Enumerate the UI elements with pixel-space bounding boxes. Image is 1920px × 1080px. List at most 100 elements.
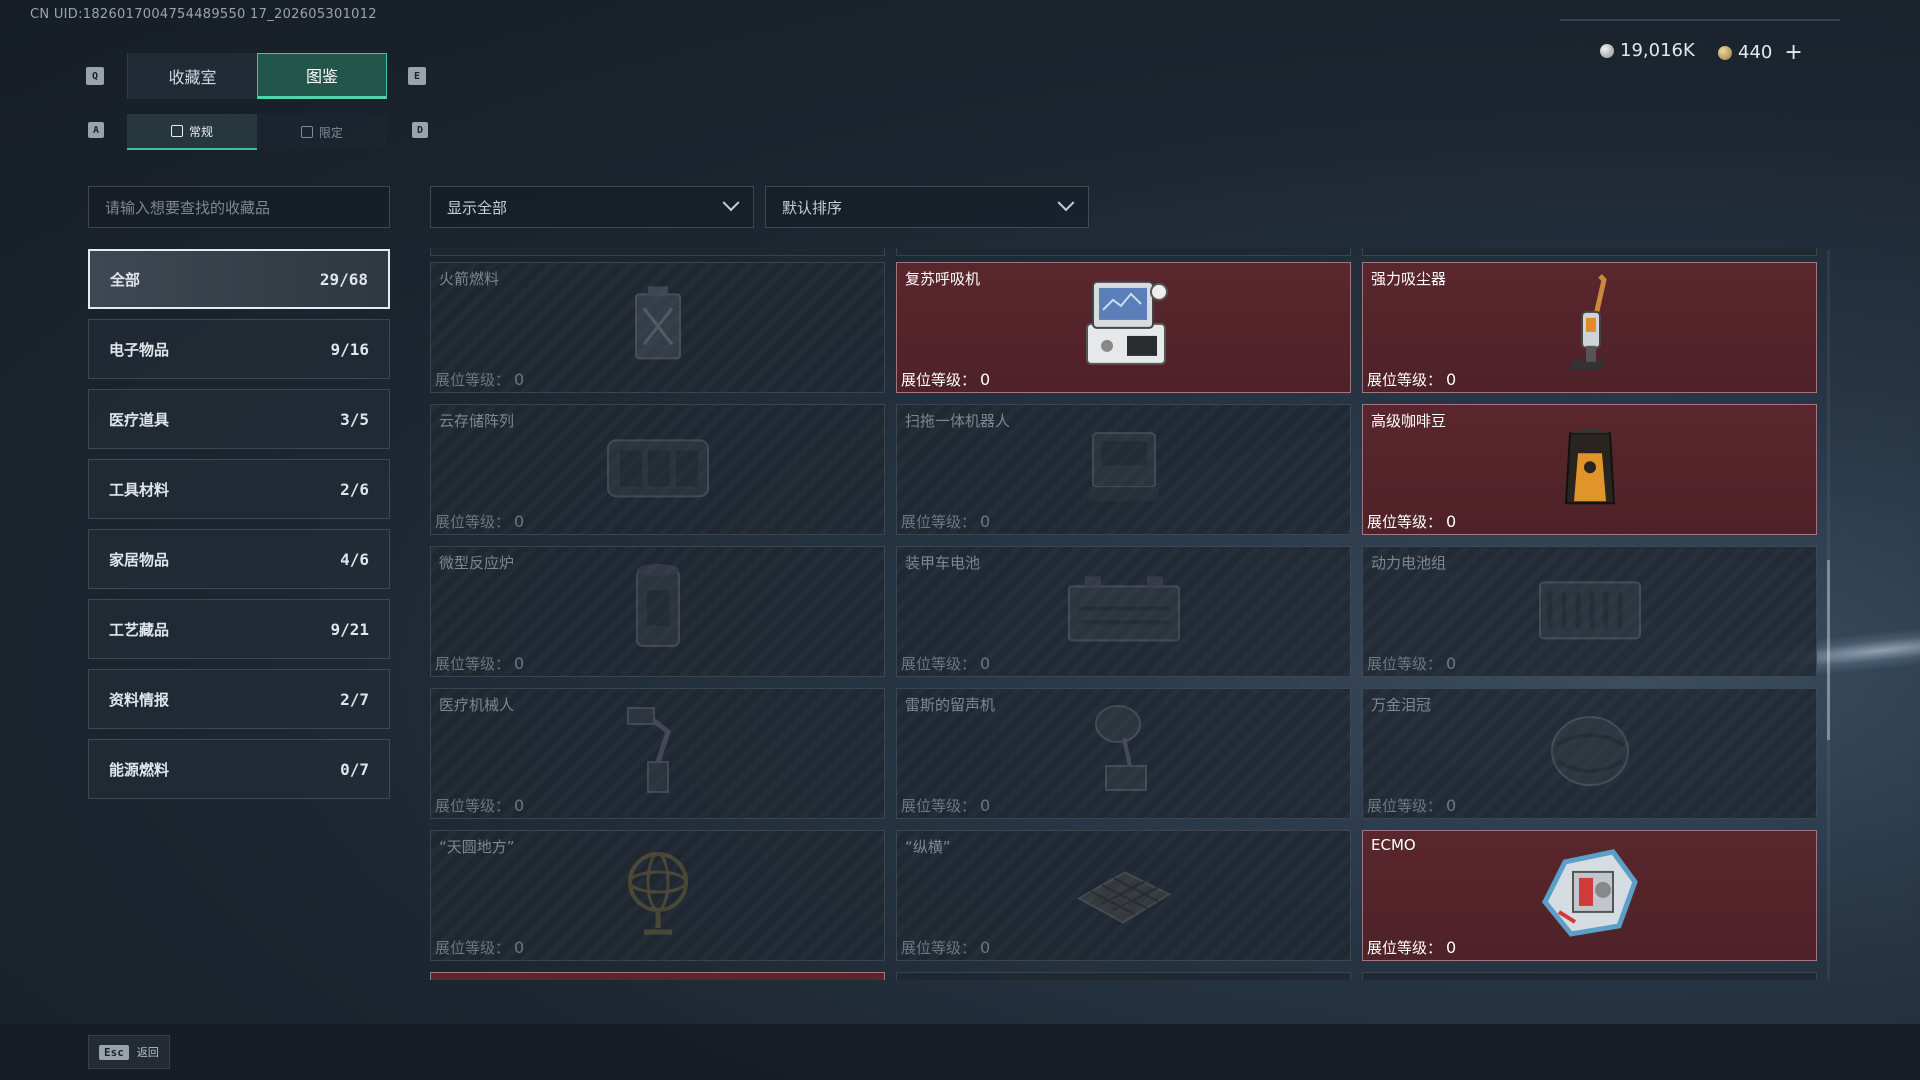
add-currency-button[interactable]: + <box>1784 40 1802 65</box>
show-filter-value: 显示全部 <box>447 198 508 217</box>
item-name: 动力电池组 <box>1371 554 1447 572</box>
item-card[interactable]: ECMO 展位等级： 0 <box>1362 830 1817 961</box>
reactor-icon <box>623 560 693 660</box>
armillary-icon <box>618 844 698 944</box>
category-household[interactable]: 家居物品 4/6 <box>88 529 390 589</box>
silver-amount: 19,016K <box>1620 40 1695 61</box>
category-count: 9/16 <box>330 339 369 359</box>
category-label: 工具材料 <box>109 480 170 499</box>
category-medical[interactable]: 医疗道具 3/5 <box>88 389 390 449</box>
row-below-peek <box>430 972 1817 980</box>
item-card[interactable]: “纵横” 展位等级： 0 <box>896 830 1351 961</box>
item-name: 扫拖一体机器人 <box>905 412 1011 430</box>
item-name: 复苏呼吸机 <box>905 270 981 288</box>
level-label: 展位等级： <box>435 797 511 815</box>
category-count: 3/5 <box>340 409 369 429</box>
item-level: 展位等级： 0 <box>435 511 524 532</box>
item-card[interactable]: 扫拖一体机器人 展位等级： 0 <box>896 404 1351 535</box>
item-card[interactable]: 装甲车电池 展位等级： 0 <box>896 546 1351 677</box>
subtab-limited-label: 限定 <box>318 125 343 140</box>
tab-collection-room[interactable]: 收藏室 <box>127 53 257 99</box>
row-above-peek <box>430 248 885 256</box>
level-value: 0 <box>1446 370 1457 389</box>
coffee-bag-icon <box>1560 423 1620 513</box>
item-card[interactable]: 医疗机械人展位等级： 0 <box>430 688 885 819</box>
category-intel[interactable]: 资料情报 2/7 <box>88 669 390 729</box>
grid-scrollbar[interactable] <box>1827 250 1830 980</box>
chevron-down-icon <box>722 194 740 212</box>
item-card[interactable]: 动力电池组展位等级： 0 <box>1362 546 1817 677</box>
item-card-partial[interactable] <box>896 972 1351 980</box>
level-label: 展位等级： <box>901 797 977 815</box>
item-card-partial[interactable] <box>1362 972 1817 980</box>
item-name: 云存储阵列 <box>439 412 515 430</box>
item-card[interactable]: 高级咖啡豆 展位等级： 0 <box>1362 404 1817 535</box>
item-level: 展位等级： 0 <box>435 653 524 674</box>
limited-icon <box>300 126 313 138</box>
item-name: “天圆地方” <box>439 838 515 856</box>
item-name: ECMO <box>1371 836 1416 854</box>
level-label: 展位等级： <box>1367 655 1443 673</box>
item-name: 医疗机械人 <box>439 696 515 714</box>
category-count: 4/6 <box>340 549 369 569</box>
level-label: 展位等级： <box>1367 797 1443 815</box>
subtab-limited[interactable]: 限定 <box>257 114 387 150</box>
level-value: 0 <box>980 370 991 389</box>
level-value: 0 <box>514 370 525 389</box>
level-label: 展位等级： <box>901 513 977 531</box>
item-card[interactable]: 强力吸尘器 展位等级： 0 <box>1362 262 1817 393</box>
item-level: 展位等级： 0 <box>901 369 990 390</box>
item-level: 展位等级： 0 <box>901 937 990 958</box>
item-level: 展位等级： 0 <box>1367 937 1456 958</box>
category-list: 全部 29/68 电子物品 9/16 医疗道具 3/5 工具材料 2/6 家居物… <box>88 249 390 809</box>
item-card[interactable]: 雷斯的留声机 展位等级： 0 <box>896 688 1351 819</box>
item-card[interactable]: 火箭燃料 展位等级： 0 <box>430 262 885 393</box>
search-input[interactable]: 请输入想要查找的收藏品 <box>88 186 390 228</box>
item-card[interactable]: 复苏呼吸机展位等级： 0 <box>896 262 1351 393</box>
esc-key-icon: Esc <box>99 1044 129 1060</box>
level-value: 0 <box>1446 654 1457 673</box>
item-level: 展位等级： 0 <box>435 937 524 958</box>
item-level: 展位等级： 0 <box>901 653 990 674</box>
category-label: 全部 <box>110 270 141 289</box>
footer-bar <box>0 1024 1920 1080</box>
back-button[interactable]: Esc 返回 <box>88 1035 170 1069</box>
main-tabs: 收藏室 图鉴 <box>127 53 387 99</box>
item-level: 展位等级： 0 <box>1367 511 1456 532</box>
level-value: 0 <box>514 938 525 957</box>
item-grid-viewport: 火箭燃料 展位等级： 0 复苏呼吸机 展位等级： 0 强力吸尘器 展位等级： 0 云存储阵列 展位等… <box>430 248 1818 980</box>
category-label: 电子物品 <box>109 340 170 359</box>
item-level: 展位等级： 0 <box>901 795 990 816</box>
category-electronics[interactable]: 电子物品 9/16 <box>88 319 390 379</box>
category-count: 9/21 <box>330 619 369 639</box>
level-label: 展位等级： <box>901 655 977 673</box>
key-hint-d: D <box>412 122 428 138</box>
battery-icon <box>1059 568 1189 652</box>
category-tools[interactable]: 工具材料 2/6 <box>88 459 390 519</box>
category-crafts[interactable]: 工艺藏品 9/21 <box>88 599 390 659</box>
level-label: 展位等级： <box>1367 939 1443 957</box>
show-filter-dropdown[interactable]: 显示全部 <box>430 186 754 228</box>
item-card[interactable]: 微型反应炉 展位等级： 0 <box>430 546 885 677</box>
scrollbar-thumb[interactable] <box>1827 560 1830 740</box>
level-label: 展位等级： <box>435 939 511 957</box>
level-label: 展位等级： <box>435 371 511 389</box>
vacuum-icon <box>1560 271 1620 379</box>
item-card[interactable]: 云存储阵列展位等级： 0 <box>430 404 885 535</box>
item-card-partial[interactable] <box>430 972 885 980</box>
category-label: 资料情报 <box>109 690 170 709</box>
sort-dropdown[interactable]: 默认排序 <box>765 186 1089 228</box>
level-value: 0 <box>1446 796 1457 815</box>
category-all[interactable]: 全部 29/68 <box>88 249 390 309</box>
item-card[interactable]: 万金泪冠 展位等级： 0 <box>1362 688 1817 819</box>
level-value: 0 <box>980 654 991 673</box>
subtab-regular-label: 常规 <box>188 124 213 139</box>
subtab-regular[interactable]: 常规 <box>127 114 257 150</box>
level-label: 展位等级： <box>1367 513 1443 531</box>
robot-cleaner-icon <box>1079 421 1169 515</box>
item-card[interactable]: “天圆地方” 展位等级： 0 <box>430 830 885 961</box>
tab-catalog[interactable]: 图鉴 <box>257 53 387 99</box>
level-value: 0 <box>514 796 525 815</box>
category-energy[interactable]: 能源燃料 0/7 <box>88 739 390 799</box>
key-hint-q: Q <box>86 67 104 85</box>
